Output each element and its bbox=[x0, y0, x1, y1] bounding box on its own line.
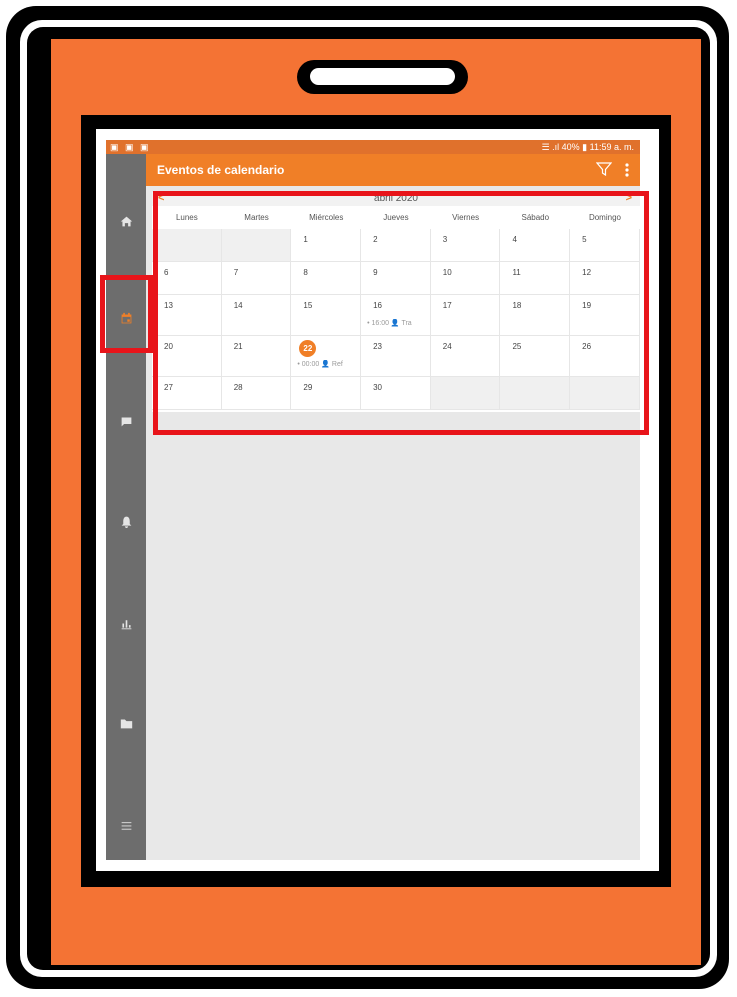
nav-calendar-highlight-box bbox=[100, 275, 153, 353]
nav-reports[interactable] bbox=[106, 608, 146, 638]
app-bar: Eventos de calendario bbox=[146, 154, 640, 186]
folder-icon bbox=[120, 718, 132, 728]
nav-home[interactable] bbox=[106, 206, 146, 236]
filter-icon[interactable] bbox=[596, 161, 612, 177]
nav-messages[interactable] bbox=[106, 406, 146, 436]
side-nav bbox=[106, 154, 146, 860]
bar-chart-icon bbox=[121, 619, 131, 629]
menu-icon bbox=[121, 821, 131, 830]
speaker-slot bbox=[310, 68, 455, 85]
calendar-highlight-box bbox=[153, 191, 649, 435]
status-icons-left: ▣ ▣ ▣ bbox=[110, 142, 151, 152]
chat-icon bbox=[121, 416, 131, 426]
nav-notifications[interactable] bbox=[106, 506, 146, 536]
home-icon bbox=[120, 216, 132, 226]
status-bar: ▣ ▣ ▣ ☰ .ıl 40% ▮ 11:59 a. m. bbox=[106, 140, 640, 154]
status-info: ☰ .ıl 40% ▮ 11:59 a. m. bbox=[541, 142, 634, 152]
nav-files[interactable] bbox=[106, 708, 146, 738]
nav-menu[interactable] bbox=[106, 810, 146, 840]
bell-icon bbox=[121, 516, 131, 528]
page-title: Eventos de calendario bbox=[157, 163, 285, 177]
more-vert-icon[interactable] bbox=[624, 162, 630, 178]
